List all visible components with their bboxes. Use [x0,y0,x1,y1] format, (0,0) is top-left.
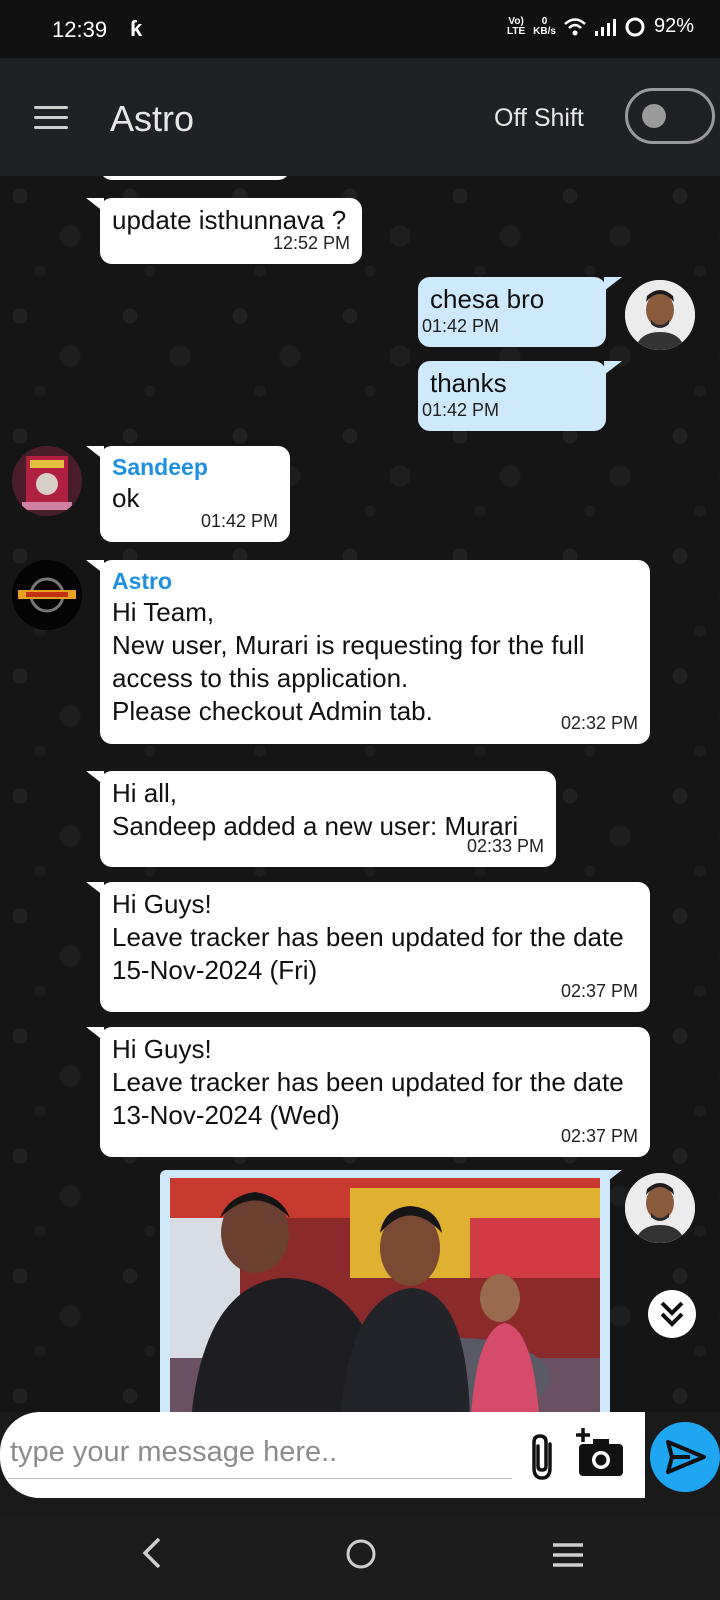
user-avatar[interactable] [625,1173,695,1243]
message-bubble[interactable]: Hi Guys! Leave tracker has been updated … [100,1027,650,1157]
message-bubble[interactable]: Astro Hi Team, New user, Murari is reque… [100,560,650,744]
message-bubble[interactable]: Hi Guys! Leave tracker has been updated … [100,882,650,1012]
chat-area[interactable]: update isthunnava ? 12:52 PM chesa bro 0… [0,176,720,1412]
send-icon [666,1440,706,1474]
message-composer [0,1412,645,1498]
message-time: 01:42 PM [422,316,500,336]
message-time: 02:32 PM [560,713,638,733]
message-bubble[interactable]: Hi all, Sandeep added a new user: Murari… [100,771,556,867]
message-bubble[interactable]: thanks 01:42 PM [418,361,606,431]
app-header: Astro Off Shift [0,58,720,176]
back-icon[interactable] [140,1536,164,1570]
astro-avatar[interactable] [12,560,82,630]
message-time: 02:37 PM [560,981,638,1001]
chevrons-down-icon [660,1301,684,1327]
toggle-knob [642,104,666,128]
message-time: 01:42 PM [200,511,278,531]
status-icons: Vo) LTE 0 KB/s 92% [507,15,694,38]
battery-icon [625,17,645,36]
recent-apps-icon[interactable] [552,1542,584,1568]
send-button[interactable] [650,1422,720,1492]
partial-message [100,176,290,180]
scroll-down-button[interactable] [648,1290,696,1338]
status-bar: 12:39 ƙ Vo) LTE 0 KB/s 92% [0,0,720,58]
message-bubble[interactable]: Sandeep ok 01:42 PM [100,446,290,542]
message-bubble[interactable]: update isthunnava ? 12:52 PM [100,198,362,264]
lte-icon: Vo) LTE [507,15,526,37]
attachment-icon[interactable] [528,1432,558,1482]
bubble-tail [604,1170,622,1184]
user-avatar[interactable] [625,280,695,350]
message-time: 12:52 PM [272,233,350,253]
battery-level: 92% [653,15,694,37]
message-time: 02:37 PM [560,1126,638,1146]
message-time: 02:33 PM [466,836,544,856]
menu-icon[interactable] [34,106,68,130]
bubble-tail [604,277,622,291]
shift-toggle[interactable] [625,88,715,144]
camera-add-icon[interactable] [575,1426,631,1482]
sender-name: Astro [112,568,173,594]
message-text: Hi Guys! Leave tracker has been updated … [112,1034,624,1130]
signal-icon [594,18,616,36]
message-time: 01:42 PM [422,400,500,420]
message-input[interactable] [8,1426,512,1479]
bubble-tail [604,361,622,375]
network-speed: 0 KB/s [533,15,556,37]
sandeep-avatar[interactable] [12,446,82,516]
message-bubble[interactable]: chesa bro 01:42 PM [418,277,606,347]
shared-photo [170,1178,600,1412]
navigation-bar [0,1516,720,1600]
status-time: 12:39 [52,17,108,42]
page-title: Astro [110,98,195,139]
message-text: Hi Guys! Leave tracker has been updated … [112,889,624,985]
notification-icon: ƙ [130,16,143,41]
home-icon[interactable] [345,1538,377,1570]
wifi-icon [564,17,586,35]
sender-name: Sandeep [112,454,208,480]
image-message[interactable] [160,1170,610,1412]
shift-label: Off Shift [494,104,584,132]
